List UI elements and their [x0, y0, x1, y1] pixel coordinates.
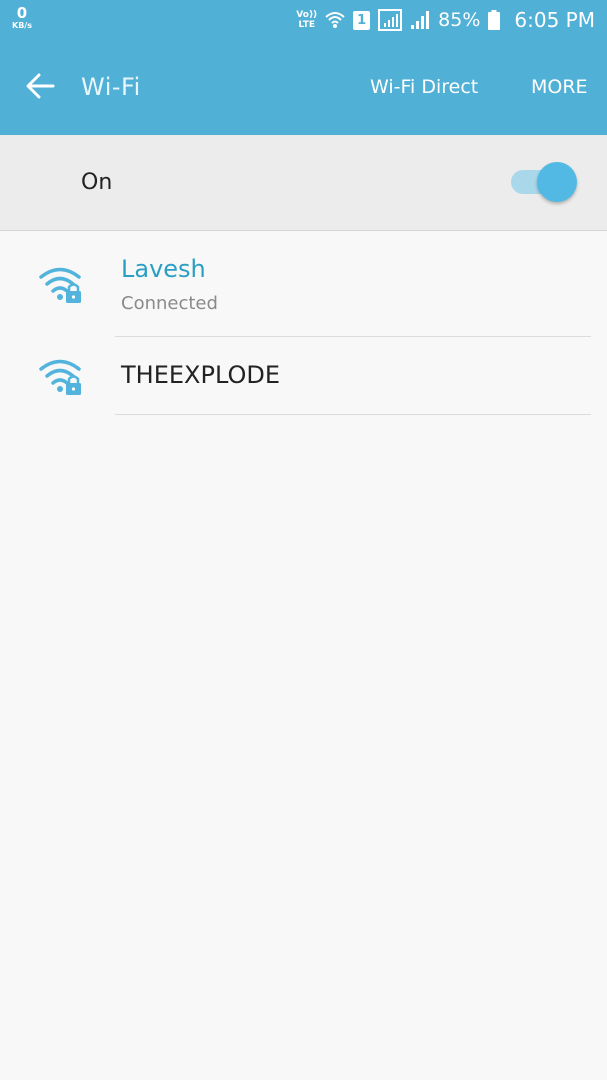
list-divider	[115, 414, 591, 415]
battery-icon	[488, 10, 501, 30]
secured-wifi-icon	[38, 265, 84, 305]
page-title: Wi-Fi	[81, 73, 141, 101]
network-item-lavesh[interactable]: Lavesh Connected	[0, 231, 607, 337]
back-arrow-icon	[25, 73, 55, 103]
wifi-direct-button[interactable]: Wi-Fi Direct	[370, 76, 478, 98]
back-button[interactable]	[20, 70, 60, 106]
network-speed-unit: KB/s	[12, 21, 32, 30]
volte-indicator: Vo)) LTE	[296, 10, 317, 30]
wifi-switch-thumb[interactable]	[537, 162, 577, 202]
network-name: THEEXPLODE	[121, 361, 280, 389]
status-icons: Vo)) LTE 1 85% 6:05 PM	[296, 0, 595, 40]
cellular-signal-icon	[410, 10, 430, 30]
wifi-toggle-label: On	[81, 170, 113, 195]
network-speed-value: 0	[16, 4, 28, 22]
network-item-theexplode[interactable]: THEEXPLODE	[0, 337, 607, 415]
network-status: Connected	[121, 293, 218, 314]
status-bar: 0 KB/s Vo)) LTE 1 85% 6:05 PM	[0, 0, 607, 40]
secured-wifi-icon	[38, 357, 84, 397]
battery-percent: 85%	[438, 9, 481, 31]
network-name: Lavesh	[121, 255, 206, 283]
app-bar: Wi-Fi Wi-Fi Direct MORE	[0, 40, 607, 135]
network-speed-indicator: 0 KB/s	[9, 6, 35, 30]
volte-label: Vo))	[296, 10, 318, 20]
sim-card-icon: 1	[353, 10, 371, 30]
more-button[interactable]: MORE	[531, 76, 588, 98]
clock: 6:05 PM	[514, 8, 595, 32]
wifi-signal-icon	[325, 11, 345, 29]
lte-label: LTE	[298, 20, 315, 30]
cellular-signal-outline-icon	[378, 9, 403, 31]
